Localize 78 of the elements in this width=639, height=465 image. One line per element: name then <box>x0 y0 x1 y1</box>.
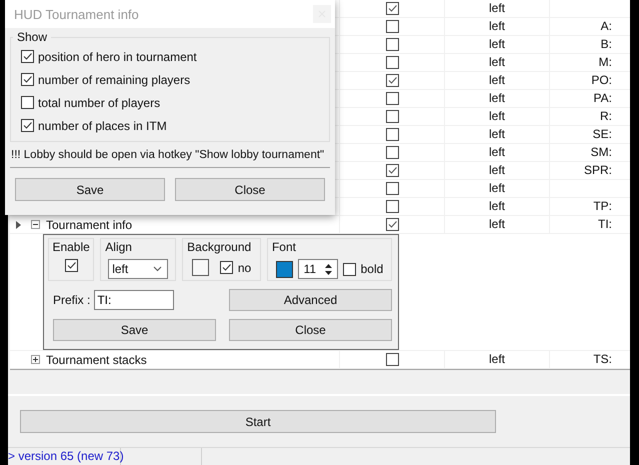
table-cell: TS: <box>593 352 612 366</box>
group-label: Show <box>16 30 48 44</box>
enable-checkbox[interactable] <box>386 74 398 87</box>
table-cell: left <box>488 55 505 69</box>
checkbox-label: number of places in ITM <box>38 118 167 132</box>
table-cell: left <box>488 145 505 159</box>
prefix-field[interactable]: TI: <box>94 290 174 310</box>
table-cell: PO: <box>591 73 612 87</box>
align-dropdown[interactable]: left <box>108 259 168 279</box>
table-cell: SE: <box>592 127 612 141</box>
row-name: Tournament info <box>46 218 132 232</box>
checkbox-label: bold <box>360 262 384 276</box>
table-cell: left <box>488 19 505 33</box>
option-checkbox[interactable] <box>21 50 34 63</box>
table-cell: left <box>488 163 505 177</box>
enable-checkbox[interactable] <box>386 56 398 69</box>
table-cell: left <box>488 91 505 105</box>
enable-checkbox[interactable] <box>386 2 398 15</box>
table-cell: left <box>488 127 505 141</box>
table-cell: SPR: <box>584 163 612 177</box>
option-checkbox[interactable] <box>21 73 34 86</box>
close-button[interactable]: Close <box>229 319 392 341</box>
checkbox-label: total number of players <box>38 96 160 110</box>
table-cell: B: <box>600 37 612 51</box>
row-name: Tournament stacks <box>46 352 147 366</box>
enable-checkbox[interactable] <box>386 110 398 123</box>
table-cell: left <box>488 199 505 213</box>
table-cell: TI: <box>598 217 612 231</box>
version-link[interactable]: > version 65 (new 73) <box>8 448 121 465</box>
enable-checkbox[interactable] <box>386 38 398 51</box>
checkbox-label: no <box>238 260 252 274</box>
table-cell: R: <box>600 109 612 123</box>
table-cell: SM: <box>590 145 612 159</box>
group-label: Font <box>272 241 296 254</box>
group-label: Align <box>105 241 132 254</box>
enable-checkbox[interactable] <box>386 92 398 105</box>
enable-checkbox[interactable] <box>386 146 398 159</box>
font-size-spinner[interactable]: 11 <box>298 259 338 279</box>
table-cell: left <box>488 217 505 231</box>
enable-checkbox[interactable] <box>386 164 398 177</box>
enable-checkbox[interactable] <box>386 128 398 141</box>
dropdown-chevron-icon <box>153 266 162 272</box>
group-label: Background <box>187 241 252 254</box>
color-swatch[interactable] <box>276 260 293 278</box>
no-background-checkbox[interactable] <box>220 261 233 274</box>
checkbox-label: position of hero in tournament <box>38 50 197 64</box>
table-cell: left <box>488 1 505 15</box>
save-button[interactable]: Save <box>15 178 165 201</box>
expander-icon[interactable] <box>31 355 40 364</box>
window-title: HUD Tournament info <box>14 6 139 22</box>
table-cell: left <box>488 73 505 87</box>
enable-checkbox[interactable] <box>386 353 398 366</box>
expander-icon[interactable] <box>31 220 40 229</box>
option-checkbox[interactable] <box>21 119 34 132</box>
save-button[interactable]: Save <box>53 319 216 341</box>
bold-checkbox[interactable] <box>342 262 356 276</box>
table-cell: TP: <box>593 199 612 213</box>
table-cell: left <box>488 109 505 123</box>
enable-checkbox[interactable] <box>64 259 78 272</box>
color-swatch[interactable] <box>192 259 209 276</box>
enable-checkbox[interactable] <box>386 20 398 33</box>
prefix-label: Prefix : <box>53 293 90 307</box>
note-text: !!! Lobby should be open via hotkey "Show lobby tournament" <box>11 148 326 162</box>
table-cell: M: <box>598 55 612 69</box>
enable-checkbox[interactable] <box>386 182 398 195</box>
advanced-button[interactable]: Advanced <box>229 289 392 311</box>
close-button[interactable]: Close <box>175 178 325 201</box>
group-label: Enable <box>52 241 90 254</box>
checkbox-label: number of remaining players <box>38 72 190 86</box>
start-button[interactable]: Start <box>20 410 496 433</box>
enable-checkbox[interactable] <box>386 200 398 213</box>
option-checkbox[interactable] <box>21 96 34 109</box>
table-cell: A: <box>600 19 612 33</box>
table-cell: left <box>488 352 505 366</box>
table-cell: left <box>488 37 505 51</box>
table-cell: left <box>488 181 505 195</box>
table-cell: PA: <box>594 91 612 105</box>
enable-checkbox[interactable] <box>386 218 398 231</box>
